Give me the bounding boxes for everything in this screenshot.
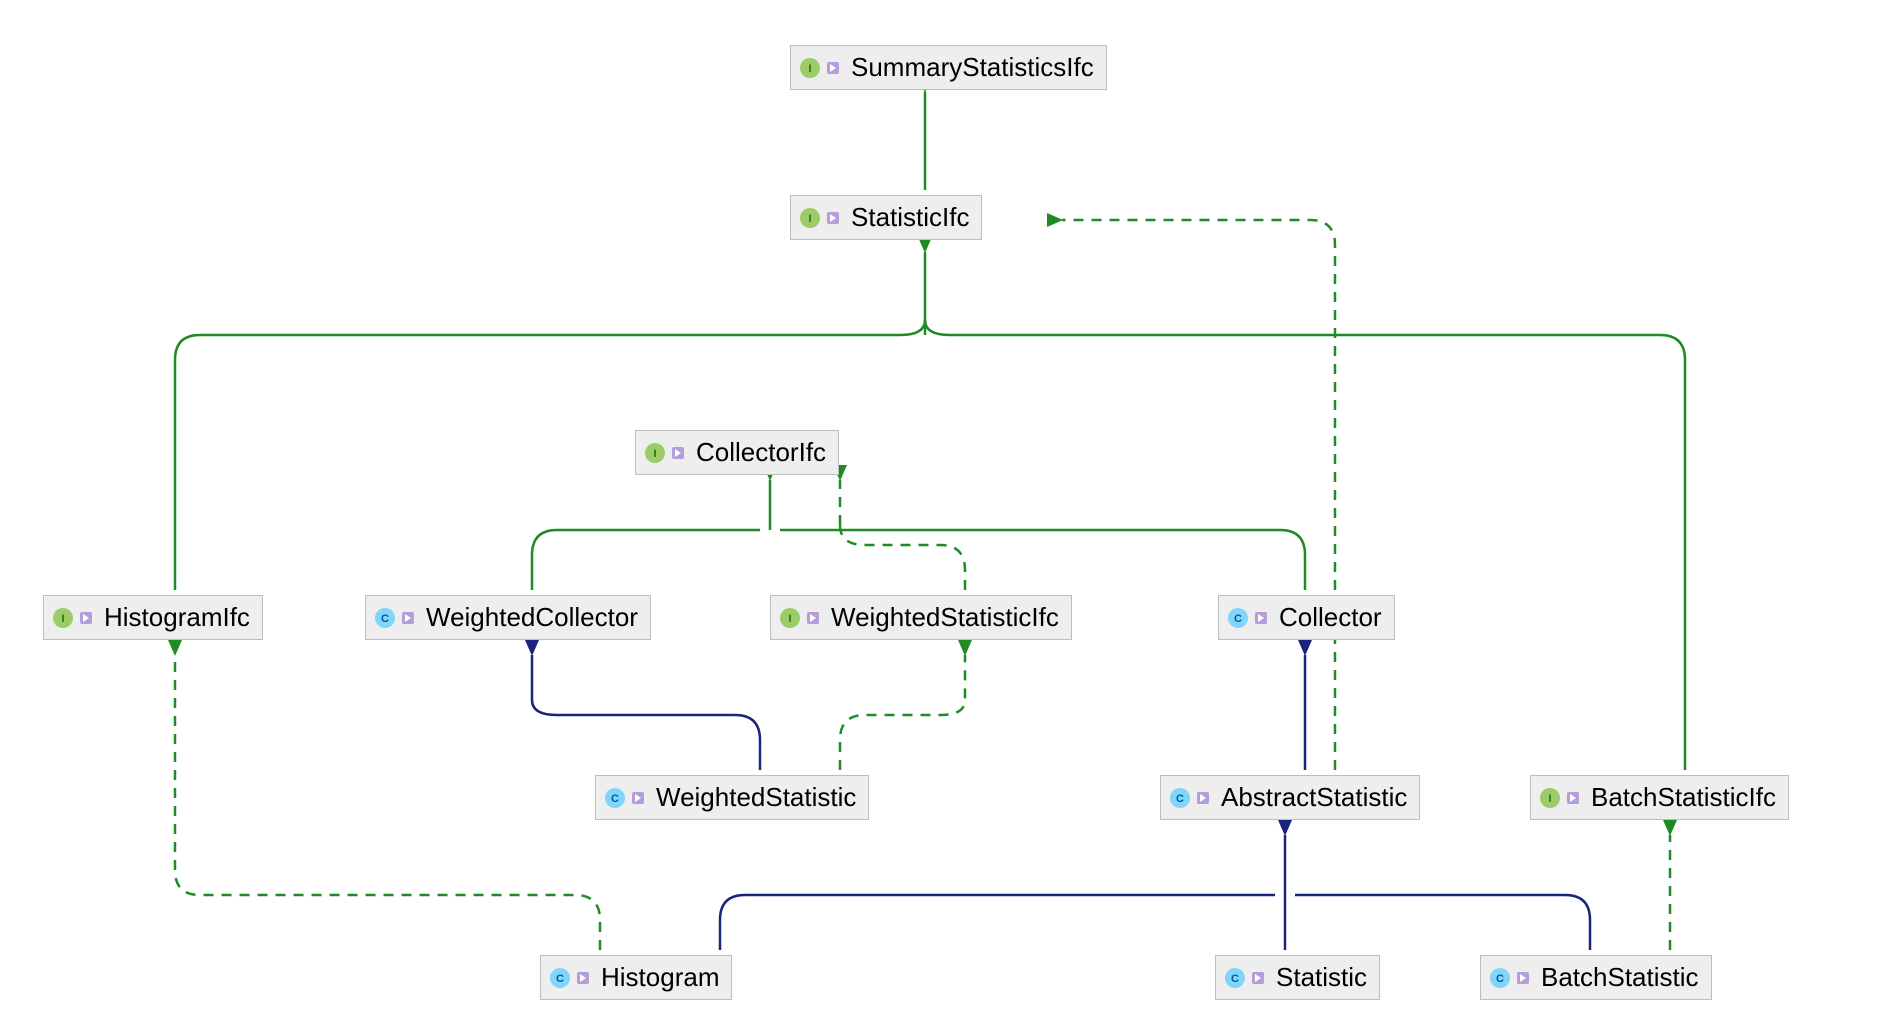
node-summary-statistics-ifc[interactable]: I SummaryStatisticsIfc [790,45,1107,90]
node-statistic[interactable]: C Statistic [1215,955,1380,1000]
svg-text:I: I [653,448,656,460]
node-label: BatchStatistic [1541,962,1699,993]
interface-icon: I [52,607,94,629]
node-statistic-ifc[interactable]: I StatisticIfc [790,195,982,240]
svg-text:I: I [808,63,811,75]
class-icon: C [1489,967,1531,989]
interface-icon: I [644,442,686,464]
interface-icon: I [779,607,821,629]
class-icon: C [549,967,591,989]
node-batch-statistic-ifc[interactable]: I BatchStatisticIfc [1530,775,1789,820]
svg-text:C: C [381,613,389,625]
node-collector-ifc[interactable]: I CollectorIfc [635,430,839,475]
node-label: CollectorIfc [696,437,826,468]
node-label: WeightedStatisticIfc [831,602,1059,633]
interface-icon: I [1539,787,1581,809]
node-label: Histogram [601,962,719,993]
class-icon: C [374,607,416,629]
svg-text:I: I [1548,793,1551,805]
class-icon: C [1224,967,1266,989]
svg-text:I: I [808,213,811,225]
node-label: Collector [1279,602,1382,633]
interface-icon: I [799,57,841,79]
node-label: WeightedCollector [426,602,638,633]
svg-text:I: I [61,613,64,625]
node-label: AbstractStatistic [1221,782,1407,813]
node-histogram-ifc[interactable]: I HistogramIfc [43,595,263,640]
svg-text:C: C [556,973,564,985]
node-label: WeightedStatistic [656,782,856,813]
svg-text:C: C [1231,973,1239,985]
svg-text:C: C [1176,793,1184,805]
node-label: BatchStatisticIfc [1591,782,1776,813]
node-label: SummaryStatisticsIfc [851,52,1094,83]
class-icon: C [604,787,646,809]
node-weighted-collector[interactable]: C WeightedCollector [365,595,651,640]
uml-edges [0,0,1886,1020]
node-batch-statistic[interactable]: C BatchStatistic [1480,955,1712,1000]
svg-text:C: C [1234,613,1242,625]
class-icon: C [1227,607,1269,629]
class-icon: C [1169,787,1211,809]
node-abstract-statistic[interactable]: C AbstractStatistic [1160,775,1420,820]
interface-icon: I [799,207,841,229]
node-weighted-statistic[interactable]: C WeightedStatistic [595,775,869,820]
node-label: StatisticIfc [851,202,969,233]
svg-text:C: C [611,793,619,805]
node-weighted-statistic-ifc[interactable]: I WeightedStatisticIfc [770,595,1072,640]
node-collector[interactable]: C Collector [1218,595,1395,640]
svg-text:I: I [788,613,791,625]
svg-text:C: C [1496,973,1504,985]
node-label: Statistic [1276,962,1367,993]
node-histogram[interactable]: C Histogram [540,955,732,1000]
node-label: HistogramIfc [104,602,250,633]
